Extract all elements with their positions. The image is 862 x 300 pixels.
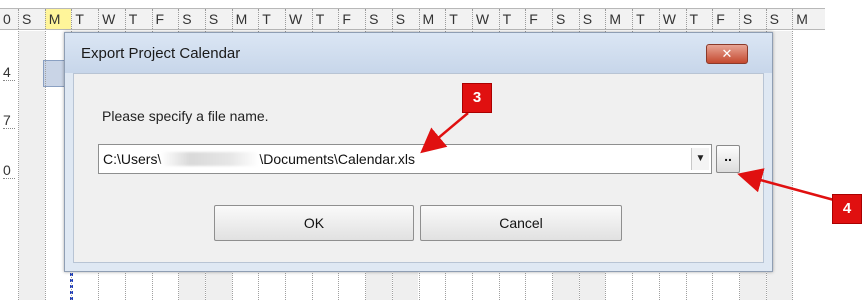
timescale-left-label: 0 bbox=[3, 11, 11, 27]
timescale-header: 0 SMTWTFSSMTWTFSSMTWTFSSMTWTFSSM bbox=[0, 8, 825, 30]
cancel-button[interactable]: Cancel bbox=[420, 205, 622, 241]
timescale-day: T bbox=[632, 9, 658, 29]
timescale-day: T bbox=[124, 9, 151, 29]
callout-4-badge: 4 bbox=[832, 194, 862, 224]
timescale-day: T bbox=[258, 9, 284, 29]
file-path-suffix: \Documents\Calendar.xls bbox=[259, 151, 415, 167]
timescale-day: M bbox=[605, 9, 631, 29]
timescale-day: T bbox=[71, 9, 97, 29]
timescale-day: S bbox=[765, 9, 792, 29]
file-path-value[interactable]: C:\Users\ \Documents\Calendar.xls bbox=[103, 151, 415, 167]
timescale-day: T bbox=[311, 9, 338, 29]
timescale-day: T bbox=[685, 9, 712, 29]
dialog-body: Please specify a file name. C:\Users\ \Do… bbox=[73, 73, 764, 263]
timescale-day: W bbox=[658, 9, 685, 29]
close-button[interactable]: ✕ bbox=[706, 44, 748, 64]
timescale-day: M bbox=[792, 9, 818, 29]
browse-button[interactable]: .. bbox=[716, 145, 740, 173]
timescale-day: S bbox=[738, 9, 765, 29]
timescale-day: S bbox=[552, 9, 578, 29]
timescale-day: F bbox=[338, 9, 364, 29]
dropdown-arrow-icon[interactable]: ▼ bbox=[691, 148, 709, 170]
timescale-day: F bbox=[525, 9, 551, 29]
timescale-day: S bbox=[578, 9, 605, 29]
timescale-day: M bbox=[418, 9, 445, 29]
timescale-day: F bbox=[712, 9, 738, 29]
timescale-day: M bbox=[231, 9, 258, 29]
gantt-gridline bbox=[792, 31, 794, 300]
row-number: 7 bbox=[3, 112, 15, 129]
timescale-day: W bbox=[471, 9, 498, 29]
file-path-prefix: C:\Users\ bbox=[103, 151, 162, 167]
file-name-combobox[interactable]: C:\Users\ \Documents\Calendar.xls ▼ bbox=[98, 144, 712, 174]
timescale-day: W bbox=[98, 9, 124, 29]
timescale-day: S bbox=[204, 9, 231, 29]
export-calendar-dialog: Export Project Calendar ✕ Please specify… bbox=[64, 32, 773, 272]
timescale-day: S bbox=[391, 9, 418, 29]
dialog-title: Export Project Calendar bbox=[81, 45, 241, 62]
dialog-title-bar[interactable]: Export Project Calendar ✕ bbox=[65, 33, 772, 73]
weekend-shading bbox=[19, 31, 45, 300]
timescale-day: M bbox=[44, 9, 71, 29]
timescale-day: S bbox=[178, 9, 204, 29]
timescale-day: S bbox=[18, 9, 44, 29]
gantt-gridline bbox=[44, 31, 46, 300]
timescale-day: S bbox=[365, 9, 391, 29]
redacted-username bbox=[161, 152, 260, 166]
timescale-day: F bbox=[151, 9, 178, 29]
timescale-day: W bbox=[285, 9, 311, 29]
close-icon: ✕ bbox=[721, 46, 733, 61]
ok-button[interactable]: OK bbox=[214, 205, 414, 241]
row-number: 0 bbox=[3, 162, 15, 179]
file-name-prompt: Please specify a file name. bbox=[102, 108, 269, 124]
row-number: 4 bbox=[3, 64, 15, 81]
timescale-day: T bbox=[445, 9, 471, 29]
callout-3-badge: 3 bbox=[462, 83, 492, 113]
gantt-gridline bbox=[18, 31, 19, 300]
timescale-day: T bbox=[498, 9, 525, 29]
